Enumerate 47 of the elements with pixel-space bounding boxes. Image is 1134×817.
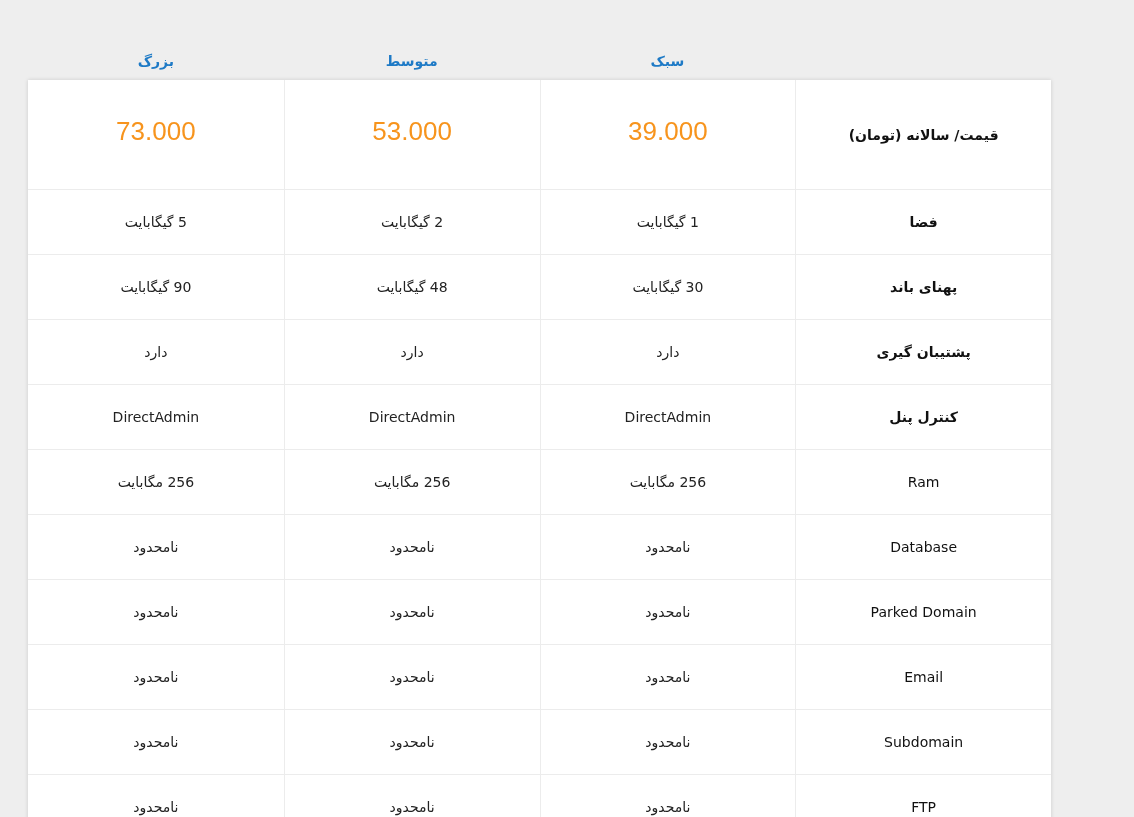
row-label: FTP xyxy=(911,799,937,815)
row-label: Ram xyxy=(907,474,940,490)
table-cell: نامحدود xyxy=(389,604,435,620)
table-cell: 90 گیگابایت xyxy=(120,279,192,295)
table-cell: 1 گیگابایت xyxy=(636,214,699,230)
table-cell: 5 گیگابایت xyxy=(124,214,187,230)
table-cell: نامحدود xyxy=(389,669,435,685)
table-cell: دارد xyxy=(400,344,424,360)
table-cell: نامحدود xyxy=(389,799,435,815)
price: 73.000 xyxy=(116,116,196,147)
table-cell: نامحدود xyxy=(133,799,179,815)
table-cell: DirectAdmin xyxy=(112,409,200,425)
table-cell: 256 مگابایت xyxy=(117,474,195,490)
row-label: Subdomain xyxy=(884,734,964,750)
row-label: فضا xyxy=(909,214,938,230)
table-cell: 256 مگابایت xyxy=(373,474,451,490)
row-label: Email xyxy=(904,669,944,685)
row-label: Parked Domain xyxy=(870,604,977,620)
table-cell: نامحدود xyxy=(645,669,691,685)
table-cell: نامحدود xyxy=(645,539,691,555)
table-cell: نامحدود xyxy=(389,539,435,555)
row-label: Database xyxy=(890,539,958,555)
table-cell: DirectAdmin xyxy=(624,409,712,425)
table-cell: نامحدود xyxy=(645,734,691,750)
table-cell: نامحدود xyxy=(133,539,179,555)
table-cell: 30 گیگابایت xyxy=(632,279,704,295)
row-label: قیمت/ سالانه (تومان) xyxy=(848,126,999,143)
row-label: پشتیبان گیری xyxy=(876,344,971,360)
table-cell: 256 مگابایت xyxy=(629,474,707,490)
row-label: پهنای باند xyxy=(890,279,958,295)
row-label: کنترل پنل xyxy=(889,409,958,425)
table-cell: نامحدود xyxy=(133,604,179,620)
table-cell: نامحدود xyxy=(645,799,691,815)
table-cell: 2 گیگابایت xyxy=(381,214,444,230)
table-cell: دارد xyxy=(656,344,680,360)
table-cell: نامحدود xyxy=(133,734,179,750)
table-cell: DirectAdmin xyxy=(368,409,456,425)
plan-name: بزرگ xyxy=(137,52,175,69)
table-cell: نامحدود xyxy=(133,669,179,685)
table-cell: نامحدود xyxy=(389,734,435,750)
price: 39.000 xyxy=(628,116,708,147)
table-cell: 48 گیگابایت xyxy=(376,279,448,295)
table-cell: دارد xyxy=(144,344,168,360)
price: 53.000 xyxy=(372,116,452,147)
plan-name: متوسط xyxy=(385,52,438,69)
table-cell: نامحدود xyxy=(645,604,691,620)
plan-name: سبک xyxy=(650,52,685,69)
